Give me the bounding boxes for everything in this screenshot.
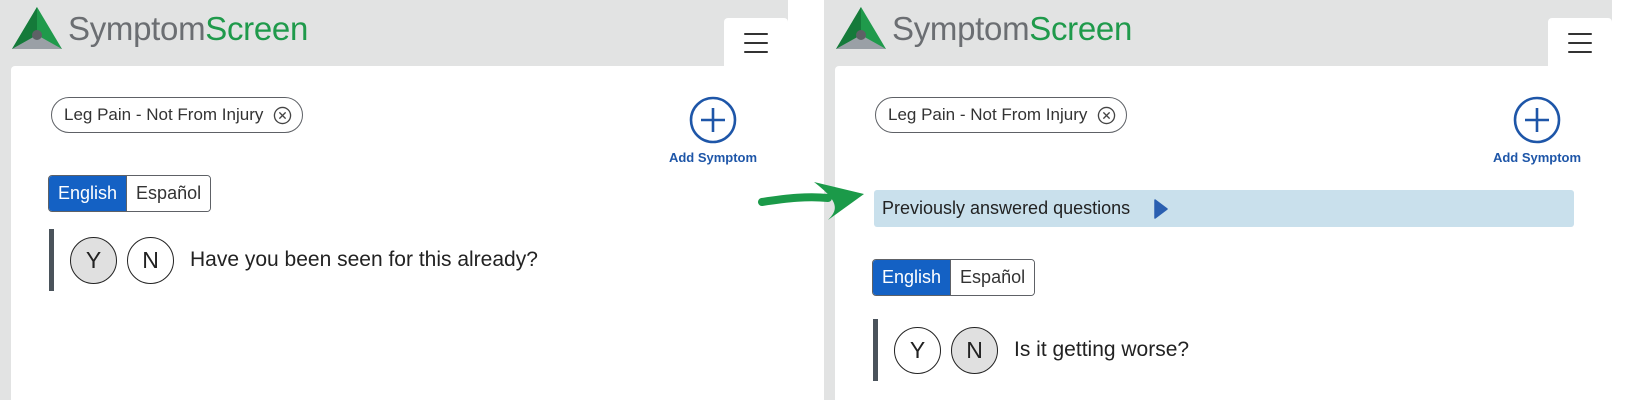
add-symptom-button[interactable]: Add Symptom xyxy=(657,96,769,165)
yes-button[interactable]: Y xyxy=(70,236,117,284)
question-row: Y N Is it getting worse? xyxy=(873,319,1189,381)
triangle-right-icon xyxy=(1154,198,1168,219)
add-symptom-label: Add Symptom xyxy=(668,150,758,165)
curved-arrow-icon xyxy=(758,182,864,220)
hamburger-menu-icon xyxy=(1568,33,1592,53)
app-logo: SymptomScreen xyxy=(834,4,1132,52)
question-row: Y N Have you been seen for this already? xyxy=(49,229,538,291)
language-toggle: English Español xyxy=(48,175,212,212)
plus-circle-icon xyxy=(1513,96,1561,144)
add-symptom-label: Add Symptom xyxy=(1492,150,1582,165)
menu-button[interactable] xyxy=(1548,18,1612,68)
screen-after: SymptomScreen Leg Pain - Not From Injury… xyxy=(824,0,1612,400)
language-toggle: English Español xyxy=(872,259,1036,296)
triangle-logo-icon xyxy=(836,7,886,49)
question-accent-bar xyxy=(873,319,878,381)
content-card: Leg Pain - Not From Injury Add Symptom E… xyxy=(11,66,788,400)
hamburger-menu-icon xyxy=(744,33,768,53)
previously-answered-label: Previously answered questions xyxy=(882,198,1131,218)
circle-x-icon[interactable] xyxy=(1097,106,1116,125)
lang-english-button[interactable]: English xyxy=(49,176,127,211)
brand-name: SymptomScreen xyxy=(68,9,309,47)
app-logo: SymptomScreen xyxy=(10,4,308,52)
circle-x-icon[interactable] xyxy=(273,106,292,125)
question-text: Is it getting worse? xyxy=(1014,338,1190,361)
lang-espanol-button[interactable]: Español xyxy=(126,176,211,211)
triangle-logo-icon xyxy=(12,7,62,49)
previously-answered-toggle[interactable]: Previously answered questions xyxy=(874,190,1574,227)
symptom-chip[interactable]: Leg Pain - Not From Injury xyxy=(875,97,1128,133)
question-accent-bar xyxy=(49,229,54,291)
plus-circle-icon xyxy=(689,96,737,144)
symptom-chip-label: Leg Pain - Not From Injury xyxy=(888,105,1088,124)
symptom-chip[interactable]: Leg Pain - Not From Injury xyxy=(51,97,304,133)
no-button[interactable]: N xyxy=(951,326,998,374)
lang-english-button[interactable]: English xyxy=(873,260,951,295)
yes-button[interactable]: Y xyxy=(894,326,941,374)
brand-name: SymptomScreen xyxy=(892,9,1133,47)
no-button[interactable]: N xyxy=(127,236,174,284)
question-text: Have you been seen for this already? xyxy=(190,248,538,271)
content-card: Leg Pain - Not From Injury Add Symptom P… xyxy=(835,66,1612,400)
add-symptom-button[interactable]: Add Symptom xyxy=(1481,96,1593,165)
screen-before: SymptomScreen Leg Pain - Not From Injury… xyxy=(0,0,788,400)
symptom-chip-label: Leg Pain - Not From Injury xyxy=(64,105,264,124)
menu-button[interactable] xyxy=(724,18,788,68)
comparison-stage: SymptomScreen Leg Pain - Not From Injury… xyxy=(0,0,1625,400)
lang-espanol-button[interactable]: Español xyxy=(950,260,1035,295)
